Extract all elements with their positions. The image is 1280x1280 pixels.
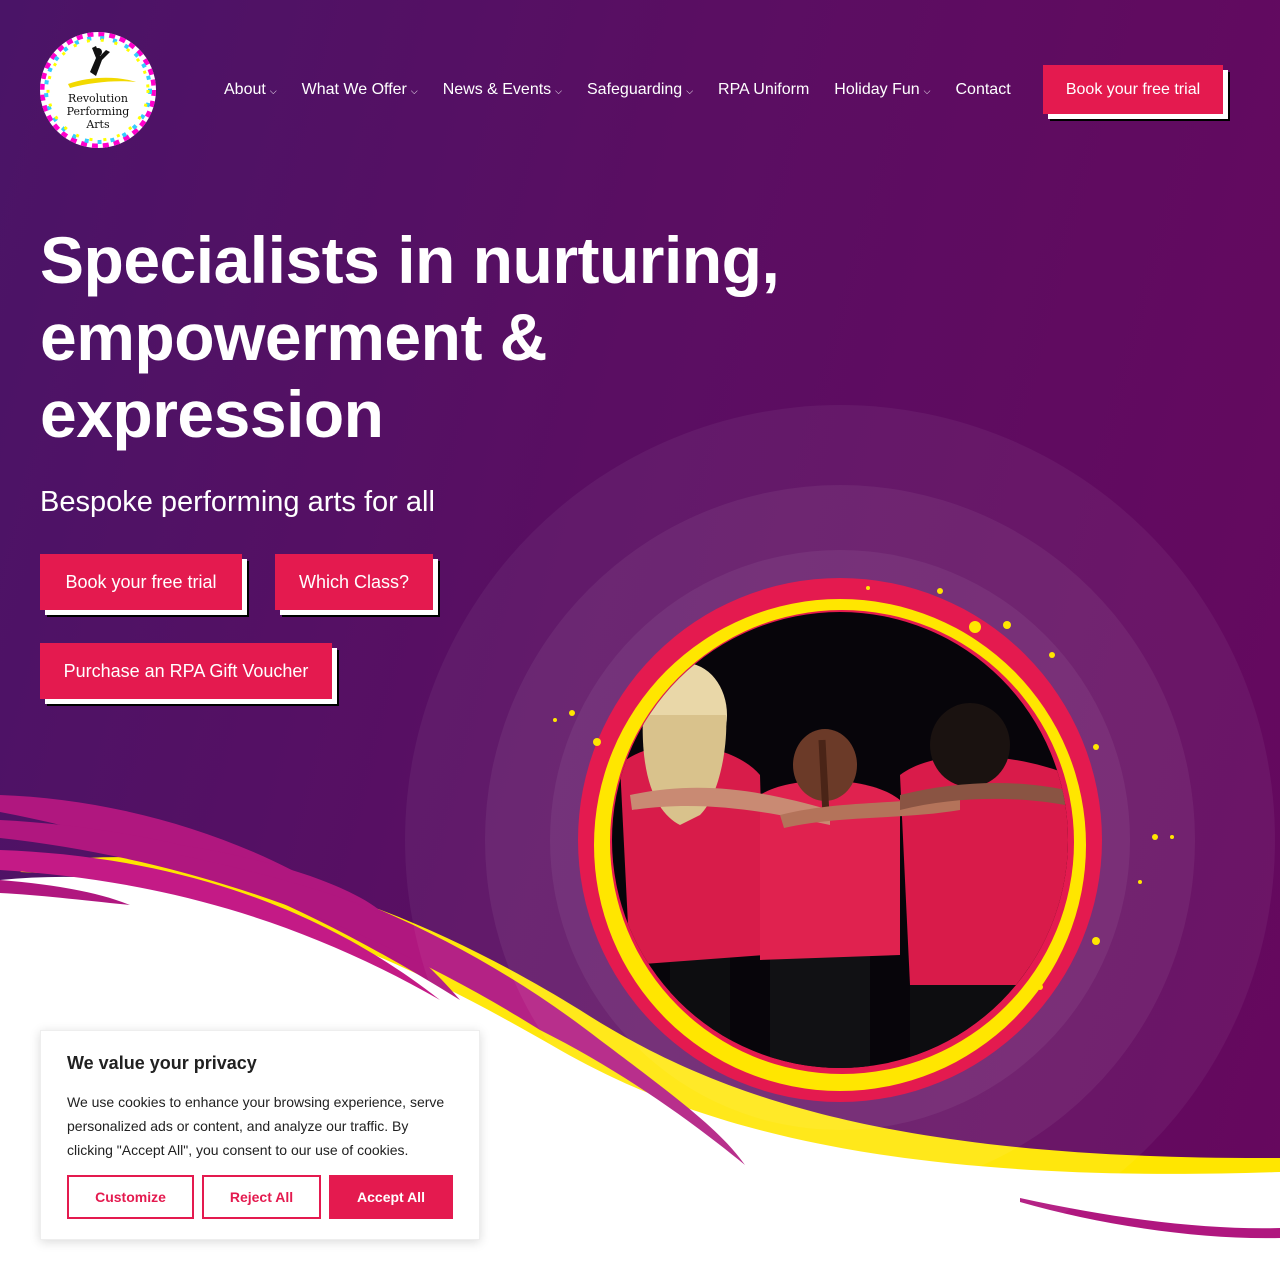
gift-voucher-button[interactable]: Purchase an RPA Gift Voucher: [40, 643, 332, 699]
nav-item-label: Holiday Fun: [834, 81, 920, 98]
nav-item-label: News & Events: [442, 81, 552, 98]
nav-item-label: What We Offer: [301, 81, 407, 98]
book-trial-button[interactable]: Book your free trial: [40, 554, 242, 610]
logo-text: Revolution Performing Arts: [66, 92, 130, 131]
chevron-down-icon: ⌵: [923, 86, 931, 96]
hero-photo: [405, 405, 1275, 1275]
nav-item-rpa-uniform[interactable]: RPA Uniform: [718, 81, 809, 99]
nav-item-label: About: [224, 81, 266, 98]
hero-subtitle: Bespoke performing arts for all: [40, 486, 435, 518]
chevron-down-icon: ⌵: [555, 86, 562, 96]
site-logo[interactable]: Revolution Performing Arts: [40, 32, 156, 148]
cookie-accept-button[interactable]: Accept All: [329, 1175, 453, 1219]
nav-item-safeguarding[interactable]: Safeguarding ⌵: [587, 81, 693, 99]
nav-item-label: RPA Uniform: [718, 81, 810, 98]
cookie-consent-banner: We value your privacy We use cookies to …: [40, 1030, 480, 1240]
nav-item-about[interactable]: About ⌵: [224, 81, 277, 99]
header-book-trial-button[interactable]: Book your free trial: [1043, 65, 1223, 114]
cookie-actions: Customize Reject All Accept All: [67, 1175, 453, 1219]
nav-item-news-events[interactable]: News & Events ⌵: [443, 81, 562, 99]
cookie-text: We use cookies to enhance your browsing …: [67, 1094, 445, 1158]
nav-item-label: Safeguarding: [587, 81, 683, 98]
nav-item-contact[interactable]: Contact: [956, 81, 1011, 99]
cookie-reject-button[interactable]: Reject All: [202, 1175, 321, 1219]
chevron-down-icon: ⌵: [686, 86, 694, 96]
nav-item-holiday-fun[interactable]: Holiday Fun ⌵: [834, 81, 930, 99]
nav-item-label: Contact: [955, 81, 1011, 98]
nav-item-what-we-offer[interactable]: What We Offer ⌵: [302, 81, 418, 99]
cookie-customize-button[interactable]: Customize: [67, 1175, 194, 1219]
chevron-down-icon: ⌵: [410, 86, 418, 96]
main-navigation: About ⌵ What We Offer ⌵ News & Events ⌵ …: [224, 78, 1036, 102]
chevron-down-icon: ⌵: [269, 86, 277, 96]
cookie-title: We value your privacy: [67, 1053, 257, 1073]
